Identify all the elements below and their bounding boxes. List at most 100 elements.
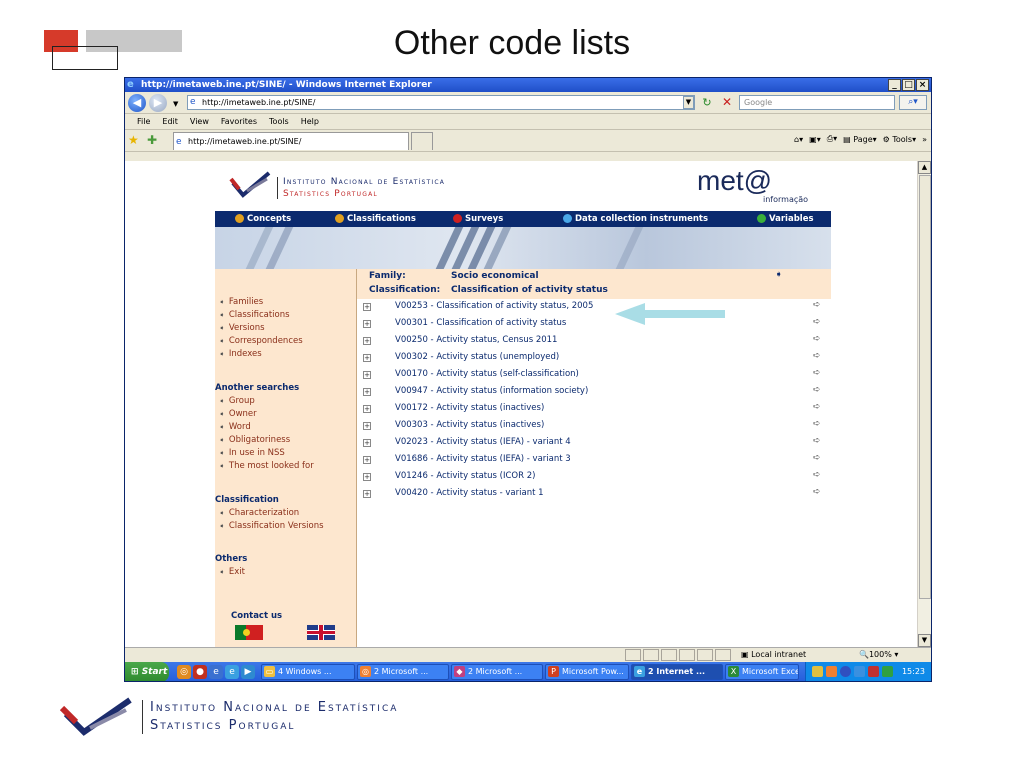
- forward-arrow-icon[interactable]: ▶: [149, 94, 167, 112]
- zoom-control[interactable]: 🔍100% ▾: [859, 649, 898, 661]
- scroll-down-icon[interactable]: ▼: [918, 634, 931, 647]
- tray-icon[interactable]: [854, 666, 865, 677]
- plus-expand-icon[interactable]: +: [363, 337, 371, 345]
- menu-owner[interactable]: ➧ Owner: [219, 409, 257, 419]
- quicklaunch-office-icon[interactable]: ◎: [177, 665, 191, 679]
- go-arrow-icon[interactable]: ➪: [813, 470, 821, 480]
- list-item-label[interactable]: V00303 - Activity status (inactives): [395, 420, 544, 430]
- menu-correspondences[interactable]: ➧ Correspondences: [219, 336, 303, 346]
- plus-expand-icon[interactable]: +: [363, 388, 371, 396]
- start-button[interactable]: ⊞ Start: [125, 662, 169, 681]
- go-arrow-icon[interactable]: ➪: [813, 385, 821, 395]
- tools-menu-button[interactable]: ⚙ Tools▾: [883, 135, 916, 144]
- quicklaunch-app-icon[interactable]: ●: [193, 665, 207, 679]
- browser-tab[interactable]: e http://imetaweb.ine.pt/SINE/: [173, 132, 409, 150]
- plus-expand-icon[interactable]: +: [363, 456, 371, 464]
- new-tab-button[interactable]: [411, 132, 433, 150]
- go-arrow-icon[interactable]: ➪: [813, 453, 821, 463]
- quicklaunch-browser-icon[interactable]: e: [209, 665, 223, 679]
- url-dropdown-icon[interactable]: ▼: [683, 96, 694, 109]
- list-item-label[interactable]: V02023 - Activity status (IEFA) - varian…: [395, 437, 571, 447]
- list-item-label[interactable]: V00301 - Classification of activity stat…: [395, 318, 566, 328]
- close-button[interactable]: ×: [916, 79, 929, 91]
- search-icon[interactable]: ⌕▾: [899, 95, 927, 110]
- go-arrow-icon[interactable]: ➪: [813, 300, 821, 310]
- list-item-label[interactable]: V00947 - Activity status (information so…: [395, 386, 588, 396]
- scroll-thumb[interactable]: [919, 175, 931, 599]
- taskbar-powerpoint[interactable]: P Microsoft Pow...: [545, 664, 629, 680]
- list-item[interactable]: + V00253 - Classification of activity sta…: [357, 299, 831, 315]
- go-arrow-icon[interactable]: ➪: [813, 402, 821, 412]
- nav-variables[interactable]: Variables: [755, 211, 814, 227]
- tray-icon[interactable]: [868, 666, 879, 677]
- print-icon[interactable]: ⎙▾: [827, 134, 837, 144]
- list-item[interactable]: + V00303 - Activity status (inactives) ➪: [357, 418, 831, 434]
- menu-in-use-nss[interactable]: ➧ In use in NSS: [219, 448, 285, 458]
- go-arrow-icon[interactable]: ➪: [813, 419, 821, 429]
- menu-view[interactable]: View: [184, 117, 215, 126]
- tray-icon[interactable]: [812, 666, 823, 677]
- contact-us-link[interactable]: Contact us: [231, 611, 282, 621]
- quicklaunch-ie-icon[interactable]: e: [225, 665, 239, 679]
- taskbar-microsoft-2[interactable]: ◆ 2 Microsoft ...: [451, 664, 543, 680]
- feeds-icon[interactable]: ▣▾: [809, 135, 821, 144]
- menu-classifications[interactable]: ➧ Classifications: [219, 310, 290, 320]
- vertical-scrollbar[interactable]: ▲ ▼: [917, 161, 931, 647]
- taskbar-internet-explorer[interactable]: e2 Internet ...: [631, 664, 723, 680]
- list-item[interactable]: + V00172 - Activity status (inactives) ➪: [357, 401, 831, 417]
- home-icon[interactable]: ⌂▾: [794, 135, 803, 144]
- go-arrow-icon[interactable]: ➪: [813, 436, 821, 446]
- menu-characterization[interactable]: ➧ Characterization: [219, 508, 299, 518]
- list-item[interactable]: + V00250 - Activity status, Census 2011 ➪: [357, 333, 831, 349]
- list-item-label[interactable]: V01686 - Activity status (IEFA) - varian…: [395, 454, 571, 464]
- list-item-label[interactable]: V00302 - Activity status (unemployed): [395, 352, 559, 362]
- menu-edit[interactable]: Edit: [156, 117, 184, 126]
- add-favorite-icon[interactable]: ✚: [147, 133, 157, 147]
- taskbar-windows-explorer[interactable]: ▭ 4 Windows ...: [261, 664, 355, 680]
- stop-icon[interactable]: ✕: [719, 95, 735, 110]
- plus-expand-icon[interactable]: +: [363, 439, 371, 447]
- plus-expand-icon[interactable]: +: [363, 303, 371, 311]
- back-arrow-icon[interactable]: ◀: [128, 94, 146, 112]
- scroll-up-icon[interactable]: ▲: [918, 161, 931, 174]
- list-item-label[interactable]: V00420 - Activity status - variant 1: [395, 488, 544, 498]
- menu-file[interactable]: File: [131, 117, 156, 126]
- list-item-label[interactable]: V00170 - Activity status (self-classific…: [395, 369, 579, 379]
- window-titlebar[interactable]: e http://imetaweb.ine.pt/SINE/ - Windows…: [125, 78, 931, 92]
- family-go-arrow-icon[interactable]: ➧: [775, 270, 783, 280]
- menu-help[interactable]: Help: [295, 117, 325, 126]
- plus-expand-icon[interactable]: +: [363, 422, 371, 430]
- plus-expand-icon[interactable]: +: [363, 354, 371, 362]
- go-arrow-icon[interactable]: ➪: [813, 368, 821, 378]
- favorites-star-icon[interactable]: ★: [128, 133, 139, 147]
- list-item-label[interactable]: V00250 - Activity status, Census 2011: [395, 335, 557, 345]
- list-item[interactable]: + V00302 - Activity status (unemployed) ➪: [357, 350, 831, 366]
- plus-expand-icon[interactable]: +: [363, 405, 371, 413]
- menu-exit[interactable]: ➧ Exit: [219, 567, 245, 577]
- menu-versions[interactable]: ➧ Versions: [219, 323, 265, 333]
- chevron-more-icon[interactable]: »: [922, 135, 927, 144]
- menu-word[interactable]: ➧ Word: [219, 422, 251, 432]
- security-zone[interactable]: ▣ Local intranet: [741, 649, 806, 661]
- go-arrow-icon[interactable]: ➪: [813, 334, 821, 344]
- list-item[interactable]: + V01246 - Activity status (ICOR 2) ➪: [357, 469, 831, 485]
- nav-concepts[interactable]: Concepts: [233, 211, 291, 227]
- list-item[interactable]: + V00170 - Activity status (self-classifi…: [357, 367, 831, 383]
- taskbar-microsoft-1[interactable]: ◎ 2 Microsoft ...: [357, 664, 449, 680]
- nav-surveys[interactable]: Surveys: [451, 211, 503, 227]
- tray-icon[interactable]: [840, 666, 851, 677]
- list-item-label[interactable]: V00253 - Classification of activity stat…: [395, 301, 593, 311]
- plus-expand-icon[interactable]: +: [363, 320, 371, 328]
- maximize-button[interactable]: □: [902, 79, 915, 91]
- plus-expand-icon[interactable]: +: [363, 473, 371, 481]
- list-item[interactable]: + V00301 - Classification of activity sta…: [357, 316, 831, 332]
- search-input[interactable]: Google: [739, 95, 895, 110]
- go-arrow-icon[interactable]: ➪: [813, 351, 821, 361]
- menu-families[interactable]: ➧ Families: [219, 297, 263, 307]
- list-item[interactable]: + V00947 - Activity status (information s…: [357, 384, 831, 400]
- go-arrow-icon[interactable]: ➪: [813, 487, 821, 497]
- menu-obligatoriness[interactable]: ➧ Obligatoriness: [219, 435, 290, 445]
- history-dropdown-icon[interactable]: ▼: [173, 100, 178, 108]
- list-item-label[interactable]: V00172 - Activity status (inactives): [395, 403, 544, 413]
- minimize-button[interactable]: _: [888, 79, 901, 91]
